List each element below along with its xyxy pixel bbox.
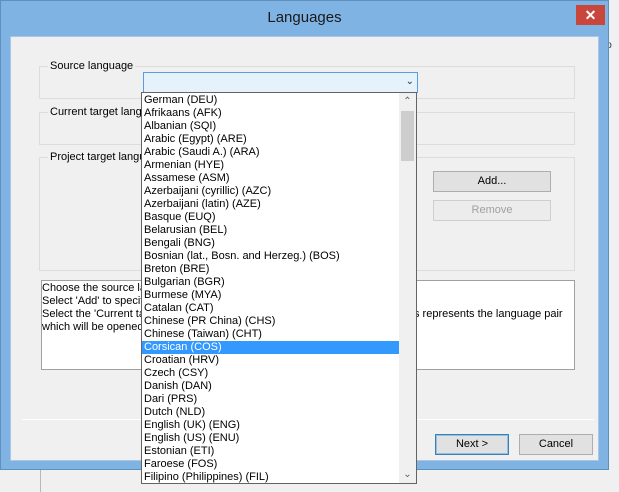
dropdown-item[interactable]: Estonian (ETI) (142, 445, 399, 458)
scrollbar-thumb[interactable] (401, 111, 414, 161)
dropdown-item[interactable]: Dutch (NLD) (142, 406, 399, 419)
dropdown-item[interactable]: Arabic (Egypt) (ARE) (142, 133, 399, 146)
dropdown-item[interactable]: Croatian (HRV) (142, 354, 399, 367)
dropdown-item[interactable]: Azerbaijani (cyrillic) (AZC) (142, 185, 399, 198)
cancel-button[interactable]: Cancel (519, 434, 593, 455)
dropdown-item[interactable]: Azerbaijani (latin) (AZE) (142, 198, 399, 211)
title-bar[interactable]: Languages ✕ (1, 1, 608, 37)
dropdown-item[interactable]: Afrikaans (AFK) (142, 107, 399, 120)
window-title: Languages (267, 9, 342, 26)
scrollbar[interactable]: ⌃ ⌄ (399, 93, 416, 483)
dropdown-item[interactable]: English (US) (ENU) (142, 432, 399, 445)
dropdown-item[interactable]: Corsican (COS) (142, 341, 399, 354)
chevron-up-icon[interactable]: ⌃ (399, 93, 416, 110)
info-line: s represents the language pair (414, 308, 563, 320)
source-language-label: Source language (48, 60, 136, 72)
info-line: which will be opened (42, 321, 144, 333)
dropdown-item[interactable]: Dari (PRS) (142, 393, 399, 406)
dropdown-item[interactable]: Chinese (PR China) (CHS) (142, 315, 399, 328)
dropdown-item[interactable]: Catalan (CAT) (142, 302, 399, 315)
dropdown-item[interactable]: Faroese (FOS) (142, 458, 399, 471)
project-target-languages-label: Project target langu (48, 151, 148, 163)
source-language-combo[interactable]: ⌄ (143, 72, 418, 93)
divider (40, 470, 41, 492)
info-line: Choose the source la (42, 282, 146, 294)
dropdown-item[interactable]: Czech (CSY) (142, 367, 399, 380)
dropdown-item[interactable]: Danish (DAN) (142, 380, 399, 393)
dropdown-item[interactable]: Bulgarian (BGR) (142, 276, 399, 289)
dropdown-item[interactable]: Bengali (BNG) (142, 237, 399, 250)
dropdown-item[interactable]: Breton (BRE) (142, 263, 399, 276)
dropdown-item[interactable]: Filipino (Philippines) (FIL) (142, 471, 399, 483)
dropdown-item[interactable]: German (DEU) (142, 94, 399, 107)
chevron-down-icon[interactable]: ⌄ (406, 76, 414, 87)
dropdown-item[interactable]: Albanian (SQI) (142, 120, 399, 133)
chevron-down-icon[interactable]: ⌄ (399, 466, 416, 483)
remove-button[interactable]: Remove (433, 200, 551, 221)
next-button[interactable]: Next > (435, 434, 509, 455)
close-icon: ✕ (584, 7, 597, 23)
dropdown-item[interactable]: Armenian (HYE) (142, 159, 399, 172)
add-button[interactable]: Add... (433, 171, 551, 192)
language-dropdown-list[interactable]: German (DEU) Afrikaans (AFK) Albanian (SQI… (141, 92, 417, 484)
close-button[interactable]: ✕ (576, 5, 605, 25)
current-target-language-label: Current target langu (48, 106, 150, 118)
dropdown-item[interactable]: Bosnian (lat., Bosn. and Herzeg.) (BOS) (142, 250, 399, 263)
dropdown-item[interactable]: English (UK) (ENG) (142, 419, 399, 432)
dropdown-item[interactable]: Assamese (ASM) (142, 172, 399, 185)
dropdown-item[interactable]: Basque (EUQ) (142, 211, 399, 224)
dropdown-item[interactable]: Belarusian (BEL) (142, 224, 399, 237)
info-line: Select 'Add' to specif (42, 295, 144, 307)
dropdown-item[interactable]: Arabic (Saudi A.) (ARA) (142, 146, 399, 159)
info-line: Select the 'Current ta (42, 308, 145, 320)
dropdown-item[interactable]: Burmese (MYA) (142, 289, 399, 302)
dropdown-item[interactable]: Chinese (Taiwan) (CHT) (142, 328, 399, 341)
